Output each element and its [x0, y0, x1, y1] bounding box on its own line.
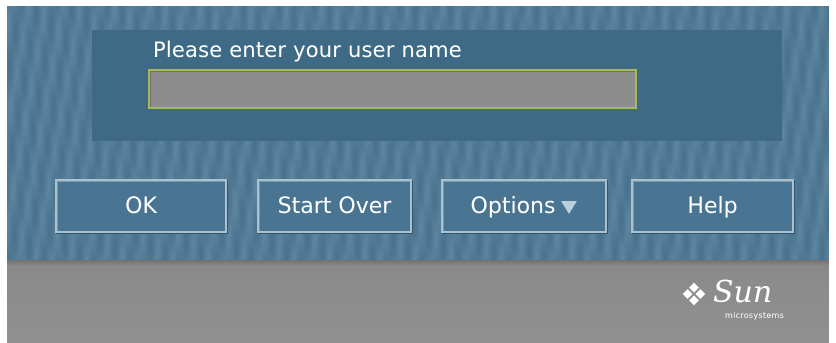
sun-logo: Sun microsystems: [679, 275, 819, 325]
ok-button-label: OK: [125, 193, 157, 219]
username-group: Please enter your user name: [92, 30, 782, 141]
start-over-button[interactable]: Start Over: [257, 179, 412, 233]
ok-button[interactable]: OK: [55, 179, 227, 233]
sun-logo-icon: [682, 282, 706, 306]
start-over-button-label: Start Over: [277, 193, 392, 219]
username-input[interactable]: [148, 69, 637, 109]
sun-logo-subtitle: microsystems: [725, 311, 785, 320]
options-button[interactable]: Options: [441, 179, 607, 233]
options-button-label: Options: [470, 193, 556, 219]
username-prompt: Please enter your user name: [153, 38, 462, 62]
login-dialog: Please enter your user name OK Start Ove…: [7, 6, 829, 343]
help-button[interactable]: Help: [631, 179, 794, 233]
login-panel: Please enter your user name OK Start Ove…: [7, 6, 829, 260]
triangle-down-icon: [561, 200, 578, 214]
sun-logo-word: Sun: [713, 275, 773, 310]
help-button-label: Help: [687, 193, 738, 219]
branding-footer: Sun microsystems: [7, 260, 829, 343]
